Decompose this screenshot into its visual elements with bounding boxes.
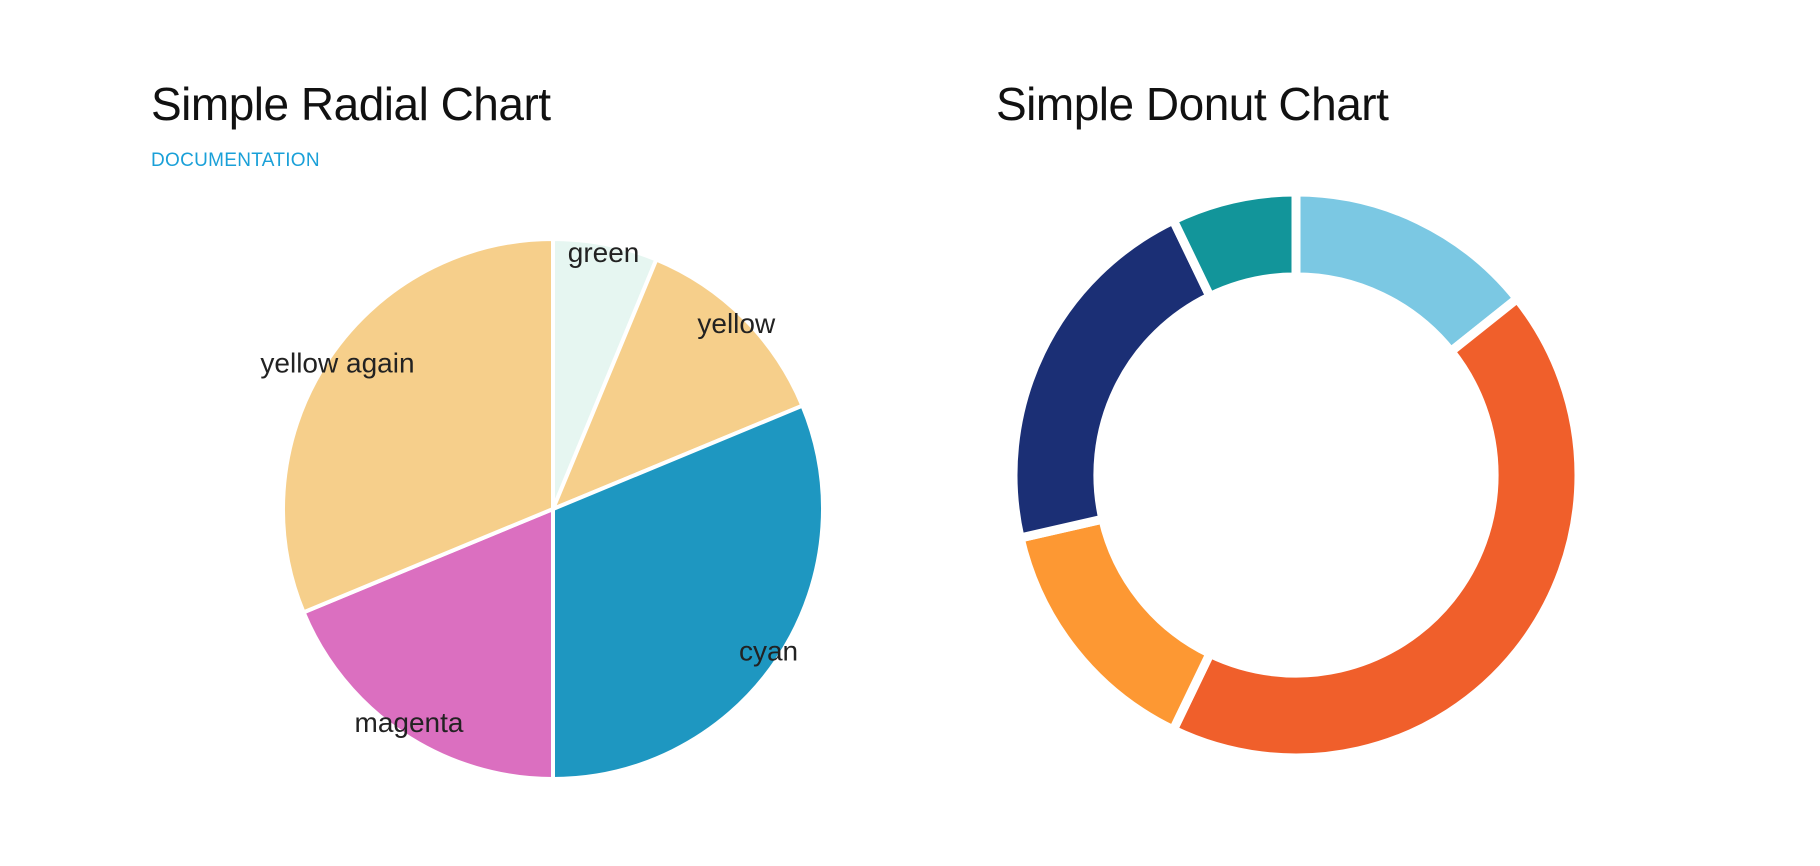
radial-label-cyan: cyan — [739, 635, 798, 666]
donut-chart-panel: Simple Donut Chart — [900, 0, 1820, 866]
donut-slice-segment-3 — [1014, 513, 1217, 736]
radial-chart: green yellow cyan magenta yellow again — [260, 236, 825, 782]
radial-label-yellow: yellow — [697, 308, 776, 339]
radial-chart-panel: Simple Radial Chart DOCUMENTATION green y… — [0, 0, 900, 866]
radial-label-green: green — [568, 237, 640, 268]
radial-label-magenta: magenta — [355, 707, 464, 738]
donut-slice-segment-2 — [1167, 292, 1584, 763]
radial-label-yellow-again: yellow again — [260, 347, 414, 378]
donut-chart — [1008, 187, 1584, 763]
donut-slice-segment-4 — [1008, 214, 1217, 544]
